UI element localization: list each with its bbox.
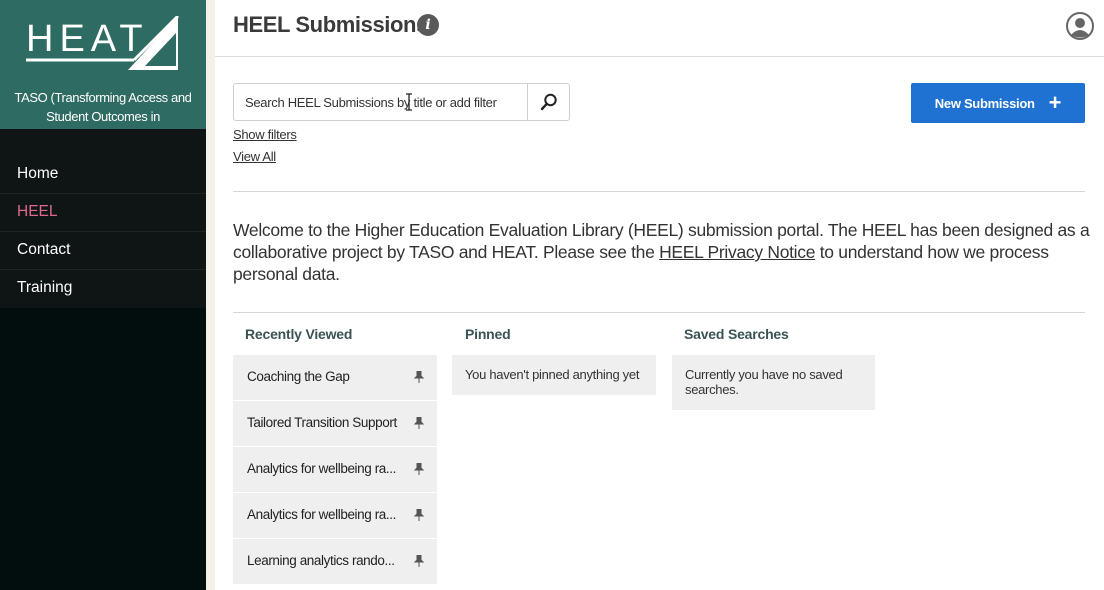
plus-icon: + xyxy=(1048,90,1062,115)
sidebar: HEAT TASO (Transforming Access and Stude… xyxy=(0,0,206,590)
pin-icon[interactable] xyxy=(414,417,424,429)
sidebar-footer-area xyxy=(0,308,206,590)
search-icon xyxy=(540,93,557,111)
pinned-empty-message: You haven't pinned anything yet xyxy=(452,355,656,395)
svg-text:HEAT: HEAT xyxy=(26,18,149,60)
list-item[interactable]: Coaching the Gap xyxy=(233,355,437,401)
pin-icon[interactable] xyxy=(414,555,424,567)
saved-searches-empty-message: Currently you have no saved searches. xyxy=(672,355,875,410)
privacy-notice-link[interactable]: HEEL Privacy Notice xyxy=(659,242,815,262)
list-item[interactable]: Tailored Transition Support xyxy=(233,401,437,447)
sidebar-item-heel[interactable]: HEEL xyxy=(0,194,206,232)
sidebar-item-training[interactable]: Training xyxy=(0,270,206,308)
search-box xyxy=(233,83,570,121)
divider xyxy=(233,312,1085,313)
list-item-label: Tailored Transition Support xyxy=(247,415,397,430)
divider xyxy=(233,191,1085,192)
heat-logo[interactable]: HEAT xyxy=(26,16,180,72)
welcome-text: Welcome to the Higher Education Evaluati… xyxy=(233,219,1093,285)
show-filters-link[interactable]: Show filters xyxy=(233,127,297,142)
pin-icon[interactable] xyxy=(414,463,424,475)
page-title: HEEL Submissions xyxy=(233,12,428,37)
search-button[interactable] xyxy=(527,84,570,120)
saved-searches-title: Saved Searches xyxy=(684,326,789,342)
list-item-label: Analytics for wellbeing ra... xyxy=(247,461,396,476)
list-item[interactable]: Learning analytics rando... xyxy=(233,539,437,585)
list-item-label: Analytics for wellbeing ra... xyxy=(247,507,396,522)
sidebar-item-contact[interactable]: Contact xyxy=(0,232,206,270)
page-header: HEEL Submissions i xyxy=(215,0,1104,57)
search-input[interactable] xyxy=(234,84,527,120)
list-item-label: Coaching the Gap xyxy=(247,369,350,384)
info-icon[interactable]: i xyxy=(417,14,439,36)
text-cursor-icon xyxy=(406,93,412,111)
list-item-label: Learning analytics rando... xyxy=(247,553,395,568)
pinned-title: Pinned xyxy=(465,326,511,342)
pin-icon[interactable] xyxy=(414,509,424,521)
view-all-link[interactable]: View All xyxy=(233,149,276,164)
brand-header: HEAT TASO (Transforming Access and Stude… xyxy=(0,0,206,129)
org-name: TASO (Transforming Access and Student Ou… xyxy=(14,90,192,124)
recently-viewed-title: Recently Viewed xyxy=(245,326,353,342)
list-item[interactable]: Analytics for wellbeing ra... xyxy=(233,447,437,493)
new-submission-label: New Submission xyxy=(934,95,1035,111)
new-submission-button[interactable]: New Submission + xyxy=(911,83,1085,123)
list-item[interactable]: Analytics for wellbeing ra... xyxy=(233,493,437,539)
sidebar-item-home[interactable]: Home xyxy=(0,156,206,194)
sidebar-edge xyxy=(206,0,215,590)
sidebar-nav: Home HEEL Contact Training xyxy=(0,156,206,308)
pin-icon[interactable] xyxy=(414,371,424,383)
user-avatar-icon[interactable] xyxy=(1066,12,1094,40)
recently-viewed-list: Coaching the Gap Tailored Transition Sup… xyxy=(233,355,437,585)
